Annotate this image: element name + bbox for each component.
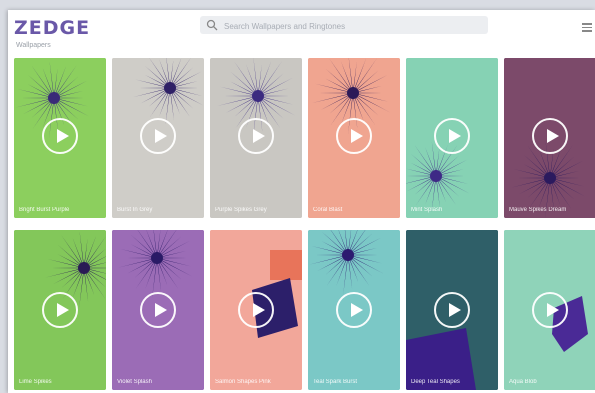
search-input[interactable] [222, 16, 486, 36]
wallpaper-card[interactable]: Lime Spikes [14, 230, 106, 390]
wallpaper-card[interactable]: Teal Spark Burst [308, 230, 400, 390]
search-icon [206, 19, 218, 31]
play-icon[interactable] [238, 292, 274, 328]
wallpaper-title: Mint Splash [411, 207, 443, 213]
wallpaper-title: Teal Spark Burst [313, 379, 358, 385]
play-icon[interactable] [434, 118, 470, 154]
play-icon[interactable] [140, 118, 176, 154]
play-icon[interactable] [434, 292, 470, 328]
wallpaper-card[interactable]: Mint Splash [406, 58, 498, 218]
play-icon[interactable] [532, 118, 568, 154]
play-icon[interactable] [238, 118, 274, 154]
play-icon[interactable] [532, 292, 568, 328]
wallpaper-title: Aqua Blob [509, 379, 537, 385]
wallpaper-card[interactable]: Salmon Shapes Pink [210, 230, 302, 390]
play-icon[interactable] [42, 118, 78, 154]
wallpaper-card[interactable]: Bright Burst Purple [14, 58, 106, 218]
wallpaper-card[interactable]: Aqua Blob [504, 230, 595, 390]
wallpaper-title: Burst In Grey [117, 207, 153, 213]
wallpaper-card[interactable]: Coral Blast [308, 58, 400, 218]
wallpaper-title: Violet Splash [117, 379, 152, 385]
play-icon[interactable] [140, 292, 176, 328]
wallpaper-card[interactable]: Purple Spikes Grey [210, 58, 302, 218]
wallpaper-title: Deep Teal Shapes [411, 379, 460, 385]
app-window: ZEDGE Wallpapers Bright Burst Purple Burs… [8, 10, 595, 393]
search-box[interactable] [200, 16, 488, 36]
wallpaper-card[interactable]: Violet Splash [112, 230, 204, 390]
wallpaper-title: Lime Spikes [19, 379, 52, 385]
top-bar: ZEDGE [8, 10, 595, 42]
wallpaper-title: Coral Blast [313, 207, 343, 213]
menu-icon[interactable] [582, 23, 592, 32]
wallpaper-card[interactable]: Deep Teal Shapes [406, 230, 498, 390]
wallpaper-card[interactable]: Mauve Spikes Dream [504, 58, 595, 218]
wallpaper-title: Purple Spikes Grey [215, 207, 267, 213]
play-icon[interactable] [336, 292, 372, 328]
zedge-logo[interactable]: ZEDGE [14, 17, 90, 39]
wallpaper-title: Bright Burst Purple [19, 207, 70, 213]
wallpaper-title: Salmon Shapes Pink [215, 379, 271, 385]
breadcrumb[interactable]: Wallpapers [16, 42, 51, 49]
wallpaper-card[interactable]: Burst In Grey [112, 58, 204, 218]
wallpaper-title: Mauve Spikes Dream [509, 207, 567, 213]
play-icon[interactable] [336, 118, 372, 154]
play-icon[interactable] [42, 292, 78, 328]
